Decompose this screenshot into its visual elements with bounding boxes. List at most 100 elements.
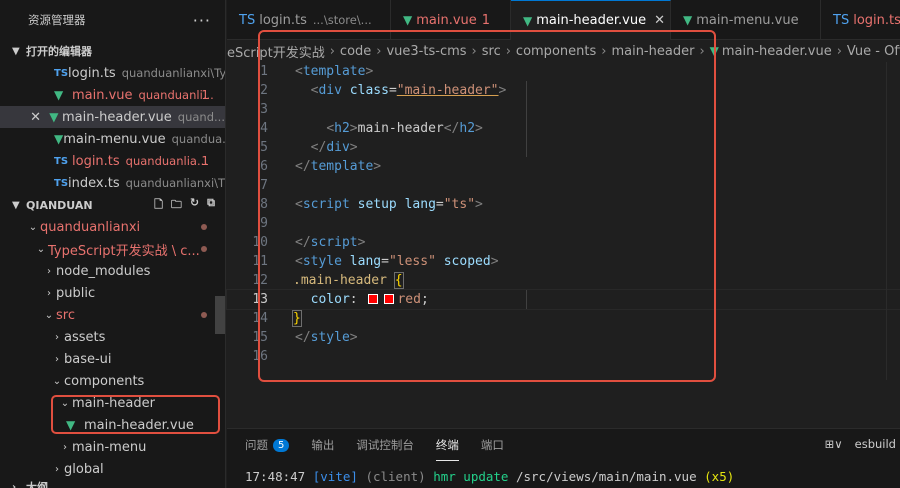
panel-tabs: 问题 5 输出 调试控制台 终端 端口 xyxy=(227,429,900,461)
sidebar-scrollbar[interactable] xyxy=(215,296,225,334)
file-name: index.ts xyxy=(68,175,120,191)
tree-item-folder[interactable]: › node_modules xyxy=(0,260,225,282)
vue-file-icon: ▼ xyxy=(403,13,413,27)
chevron-right-icon: › xyxy=(55,463,59,475)
open-editor-item[interactable]: TS login.ts quanduanlianxi\Ty... xyxy=(0,62,225,84)
tab-terminal[interactable]: 终端 xyxy=(435,429,459,461)
close-icon[interactable]: ✕ xyxy=(30,110,41,125)
vue-file-icon: ▼ xyxy=(683,13,693,27)
collapse-all-icon[interactable]: ⧉ xyxy=(207,196,215,215)
open-editor-item[interactable]: TS login.ts quanduanlia... 1 xyxy=(0,150,225,172)
file-name: main-menu.vue xyxy=(63,131,166,147)
file-path: quanduanlianxi\Ty... xyxy=(121,66,225,80)
tab-label: main.vue xyxy=(416,12,477,28)
tree-item-folder[interactable]: › global xyxy=(0,458,225,480)
file-name: login.ts xyxy=(68,65,116,81)
editor-scrollbar[interactable] xyxy=(886,62,900,380)
bottom-panel: 问题 5 输出 调试控制台 终端 端口 ⊞∨ esbuild 17:48:47 … xyxy=(227,428,900,488)
workspace-section[interactable]: ▼ QIANDUAN 🗋 🗀 ↻ ⧉ xyxy=(0,194,225,216)
folder-name: main-menu xyxy=(72,439,147,455)
new-folder-icon[interactable]: 🗀 xyxy=(171,196,182,215)
ts-file-icon: TS xyxy=(54,67,69,79)
tree-item-folder[interactable]: › assets xyxy=(0,326,225,348)
chevron-right-icon: › xyxy=(836,43,842,59)
folder-name: public xyxy=(56,285,96,301)
chevron-right-icon: › xyxy=(47,265,51,277)
modified-dot xyxy=(201,224,207,230)
chevron-down-icon: ⌄ xyxy=(28,221,38,233)
open-editors-title: 打开的编辑器 xyxy=(26,45,92,58)
file-path: quanduanlianxi\T... xyxy=(125,176,225,190)
chevron-down-icon: ▼ xyxy=(12,199,20,211)
annotation-highlight-box xyxy=(258,30,716,382)
workspace-title: QIANDUAN xyxy=(26,198,93,212)
tab-debug-console[interactable]: 调试控制台 xyxy=(356,429,414,461)
chevron-down-icon: ⌄ xyxy=(36,243,46,255)
problem-count-badge: 1 xyxy=(201,88,209,102)
refresh-icon[interactable]: ↻ xyxy=(190,196,199,215)
tab-output[interactable]: 输出 xyxy=(311,429,334,461)
chevron-right-icon: › xyxy=(55,331,59,343)
more-actions-icon[interactable]: ··· xyxy=(193,11,211,30)
close-icon[interactable]: ✕ xyxy=(654,13,665,28)
folder-name: components xyxy=(64,373,145,389)
tree-item-folder[interactable]: ⌄ quanduanlianxi xyxy=(0,216,225,238)
vue-file-icon: ▼ xyxy=(523,13,533,28)
folder-name: quanduanlianxi xyxy=(40,219,141,235)
ts-file-icon: TS xyxy=(239,12,256,28)
breadcrumb-item[interactable]: main-header.vue xyxy=(722,44,832,59)
folder-name: TypeScript开发实战 \ c... xyxy=(48,243,200,259)
chevron-right-icon: › xyxy=(47,287,51,299)
folder-name: assets xyxy=(64,329,106,345)
open-editor-item-active[interactable]: ✕ ▼ main-header.vue quand... xyxy=(0,106,225,128)
ts-file-icon: TS xyxy=(54,177,69,189)
open-editor-item[interactable]: ▼ main.vue quanduanli... 1 xyxy=(0,84,225,106)
tab-path: ...\store\... xyxy=(312,13,372,27)
vue-file-icon: ▼ xyxy=(54,88,64,102)
chevron-right-icon: › xyxy=(55,353,59,365)
file-name: main-header.vue xyxy=(61,109,172,125)
tree-item-folder[interactable]: › main-menu xyxy=(0,436,225,458)
folder-name: base-ui xyxy=(64,351,112,367)
tree-item-folder[interactable]: › public xyxy=(0,282,225,304)
folder-name: src xyxy=(56,307,75,323)
file-name: main.vue xyxy=(72,87,133,103)
outline-section[interactable]: › 大纲 xyxy=(0,480,225,488)
explorer-sidebar: 资源管理器 ··· ▼ 打开的编辑器 TS login.ts quanduanl… xyxy=(0,0,226,488)
terminal-shell-name[interactable]: esbuild xyxy=(855,437,896,451)
tab-login-ts-2[interactable]: TS login.ts ... xyxy=(821,0,900,40)
tree-item-folder[interactable]: › base-ui xyxy=(0,348,225,370)
tab-label: login.ts xyxy=(853,12,900,28)
file-path: quandua... xyxy=(171,132,225,146)
tree-item-folder[interactable]: ⌄ src xyxy=(0,304,225,326)
vue-file-icon: ▼ xyxy=(49,110,59,124)
open-editor-item[interactable]: TS index.ts quanduanlianxi\T... xyxy=(0,172,225,194)
breadcrumb-item[interactable]: Vue - Official xyxy=(847,44,900,59)
folder-name: global xyxy=(64,461,104,477)
modified-dot xyxy=(201,312,207,318)
explorer-title: 资源管理器 xyxy=(28,13,86,27)
new-file-icon[interactable]: 🗋 xyxy=(154,196,163,215)
tab-label: main-menu.vue xyxy=(696,12,799,28)
file-name: login.ts xyxy=(72,153,120,169)
tab-ports[interactable]: 端口 xyxy=(481,429,504,461)
tab-problems[interactable]: 问题 5 xyxy=(245,429,290,461)
tab-problem-count: 1 xyxy=(481,12,491,28)
workspace-actions: 🗋 🗀 ↻ ⧉ xyxy=(154,196,215,215)
modified-dot xyxy=(201,246,207,252)
chevron-right-icon: › xyxy=(12,481,17,488)
terminal-output-line: 17:48:47 [vite] (client) hmr update /src… xyxy=(245,469,735,484)
tab-label: main-header.vue xyxy=(536,13,647,28)
annotation-highlight-box xyxy=(51,395,220,434)
open-editor-item[interactable]: ▼ main-menu.vue quandua... xyxy=(0,128,225,150)
tree-item-folder[interactable]: ⌄ components xyxy=(0,370,225,392)
ts-file-icon: TS xyxy=(54,155,69,167)
split-terminal-icon[interactable]: ⊞∨ xyxy=(825,437,843,451)
folder-name: node_modules xyxy=(56,263,151,279)
open-editors-section[interactable]: ▼ 打开的编辑器 xyxy=(0,40,225,62)
tree-item-folder[interactable]: ⌄ TypeScript开发实战 \ c... xyxy=(0,238,225,260)
ts-file-icon: TS xyxy=(833,12,850,28)
chevron-down-icon: ⌄ xyxy=(52,375,62,387)
panel-actions: ⊞∨ esbuild xyxy=(825,437,896,451)
file-path: quanduanlia... xyxy=(125,154,208,168)
